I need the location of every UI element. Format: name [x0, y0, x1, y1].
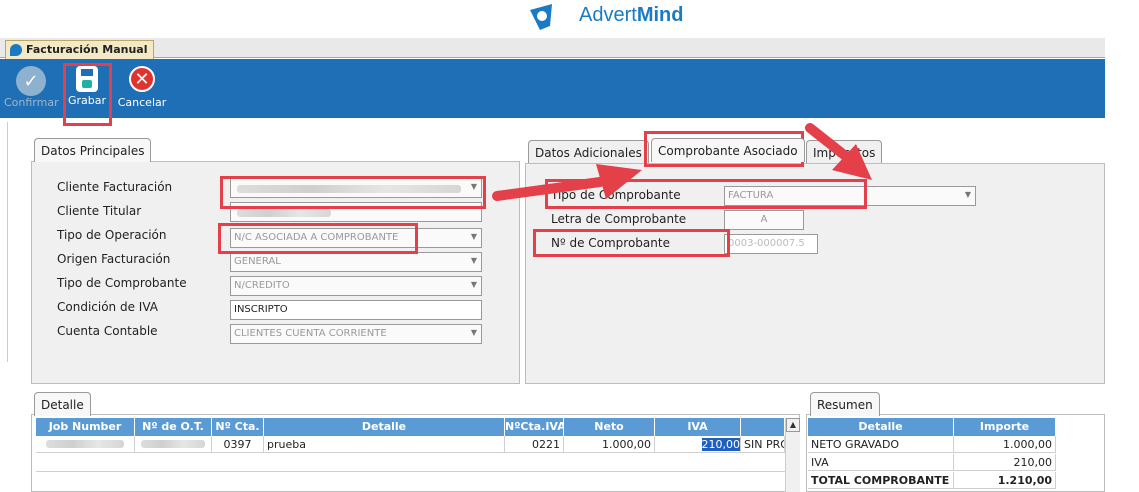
- tipo-comprobante-label: Tipo de Comprobante: [57, 276, 187, 290]
- col-resumen-detalle[interactable]: Detalle: [808, 418, 954, 436]
- cliente-titular-label: Cliente Titular: [57, 204, 142, 218]
- scroll-up-icon[interactable]: ▲: [786, 418, 800, 432]
- cell-extra: SIN PRO: [741, 436, 785, 453]
- annotation-box-cliente: [220, 176, 486, 209]
- cell-numero-cta-iva: 0221: [505, 436, 564, 453]
- tab-comprobante-asociado[interactable]: Comprobante Asociado: [651, 138, 805, 162]
- cell-numero-ot: [135, 436, 212, 453]
- resumen-total-value: 1.210,00: [954, 472, 1056, 489]
- col-numero-ot[interactable]: Nº de O.T.: [135, 418, 212, 436]
- origen-facturacion-value: GENERAL: [234, 256, 281, 267]
- resumen-total-label: TOTAL COMPROBANTE: [808, 472, 954, 489]
- cell-iva-selected-text: 210,00: [701, 438, 740, 451]
- tipo-comprobante-value: N/CREDITO: [234, 280, 290, 291]
- col-extra[interactable]: [741, 418, 785, 436]
- cell-detalle: prueba: [264, 436, 505, 453]
- tab-datos-principales-label: Datos Principales: [41, 144, 145, 158]
- app-icon: [10, 44, 22, 56]
- letra-comprobante-field[interactable]: A: [724, 210, 804, 230]
- confirm-button[interactable]: ✓ Confirmar: [4, 66, 59, 109]
- condicion-iva-field[interactable]: INSCRIPTO: [230, 300, 482, 320]
- origen-facturacion-field[interactable]: GENERAL ▼: [230, 252, 482, 272]
- detalle-scrollbar[interactable]: ▲: [785, 418, 800, 492]
- chevron-down-icon: ▼: [470, 280, 477, 289]
- cell-neto: 1.000,00: [564, 436, 655, 453]
- resumen-row-label: NETO GRAVADO: [808, 436, 954, 453]
- annotation-box-tipo-comprobante: [545, 179, 867, 209]
- letra-comprobante-value: A: [760, 214, 768, 225]
- letra-comprobante-label: Letra de Comprobante: [551, 212, 687, 226]
- advertmind-logo-icon: [530, 4, 552, 30]
- resumen-row-value: 1.000,00: [954, 436, 1056, 453]
- resumen-row-value: 210,00: [954, 454, 1056, 471]
- tab-detalle-label: Detalle: [41, 398, 84, 412]
- col-iva[interactable]: IVA: [655, 418, 741, 436]
- chevron-down-icon: ▼: [470, 256, 477, 265]
- chevron-down-icon: ▼: [964, 190, 971, 199]
- cuenta-contable-value: CLIENTES CUENTA CORRIENTE: [234, 328, 387, 339]
- annotation-box-numero-comprobante: [533, 229, 730, 257]
- cuenta-contable-label: Cuenta Contable: [57, 324, 158, 338]
- tab-impuestos-label: Impuestos: [813, 146, 876, 160]
- col-detalle[interactable]: Detalle: [264, 418, 505, 436]
- tipo-comprobante-field[interactable]: N/CREDITO ▼: [230, 276, 482, 296]
- tab-detalle[interactable]: Detalle: [34, 392, 91, 416]
- tab-datos-adicionales[interactable]: Datos Adicionales: [528, 140, 649, 164]
- table-row-empty[interactable]: [36, 454, 785, 472]
- annotation-box-save: [63, 63, 112, 126]
- cell-numero-cta: 0397: [212, 436, 264, 453]
- condicion-iva-value: INSCRIPTO: [234, 304, 288, 315]
- tab-resumen-label: Resumen: [817, 398, 873, 412]
- numero-comprobante-field[interactable]: 0003-000007.5: [724, 234, 818, 254]
- window-tab-facturacion[interactable]: Facturación Manual: [5, 40, 155, 59]
- tab-datos-principales[interactable]: Datos Principales: [34, 138, 152, 162]
- check-icon: ✓: [16, 66, 46, 96]
- close-icon: ✕: [129, 66, 155, 92]
- brand-name-light: Advert: [579, 4, 637, 26]
- condicion-iva-label: Condición de IVA: [57, 300, 158, 314]
- origen-facturacion-label: Origen Facturación: [57, 252, 171, 266]
- cancel-button[interactable]: ✕ Cancelar: [116, 66, 168, 109]
- cell-job-number: [36, 436, 135, 453]
- window-tab-title: Facturación Manual: [26, 43, 148, 56]
- tab-resumen[interactable]: Resumen: [810, 392, 880, 416]
- chevron-down-icon: ▼: [470, 232, 477, 241]
- brand-name-bold: Mind: [636, 4, 684, 26]
- table-row[interactable]: 0397 prueba 0221 1.000,00 210,00 SIN PRO: [36, 436, 785, 454]
- chevron-down-icon: ▼: [470, 328, 477, 337]
- cancel-button-label: Cancelar: [117, 96, 167, 109]
- cell-iva[interactable]: 210,00: [655, 436, 741, 453]
- col-resumen-importe[interactable]: Importe: [954, 418, 1056, 436]
- window-tab-strip: [0, 38, 1105, 58]
- brand-name: AdvertMind: [579, 4, 683, 27]
- col-job-number[interactable]: Job Number: [36, 418, 135, 436]
- tipo-operacion-label: Tipo de Operación: [57, 228, 167, 242]
- col-numero-cta[interactable]: Nº Cta.: [212, 418, 264, 436]
- tab-impuestos[interactable]: Impuestos: [806, 140, 883, 164]
- col-neto[interactable]: Neto: [564, 418, 655, 436]
- annotation-box-tipo-operacion: [218, 223, 418, 254]
- cuenta-contable-field[interactable]: CLIENTES CUENTA CORRIENTE ▼: [230, 324, 482, 344]
- side-splitter[interactable]: [0, 122, 8, 362]
- tab-datos-adicionales-label: Datos Adicionales: [535, 146, 642, 160]
- cliente-facturacion-label: Cliente Facturación: [57, 180, 173, 194]
- numero-comprobante-value: 0003-000007.5: [728, 238, 805, 249]
- confirm-button-label: Confirmar: [4, 96, 59, 109]
- detalle-header-row: Job Number Nº de O.T. Nº Cta. Detalle Nº…: [36, 418, 800, 436]
- brand-logo: AdvertMind: [522, 2, 722, 32]
- col-numero-cta-iva[interactable]: NºCta.IVA: [505, 418, 566, 436]
- toolbar: ✓ Confirmar Grabar ✕ Cancelar: [0, 59, 1105, 118]
- resumen-row-label: IVA: [808, 454, 954, 471]
- tab-comprobante-asociado-label: Comprobante Asociado: [658, 144, 798, 158]
